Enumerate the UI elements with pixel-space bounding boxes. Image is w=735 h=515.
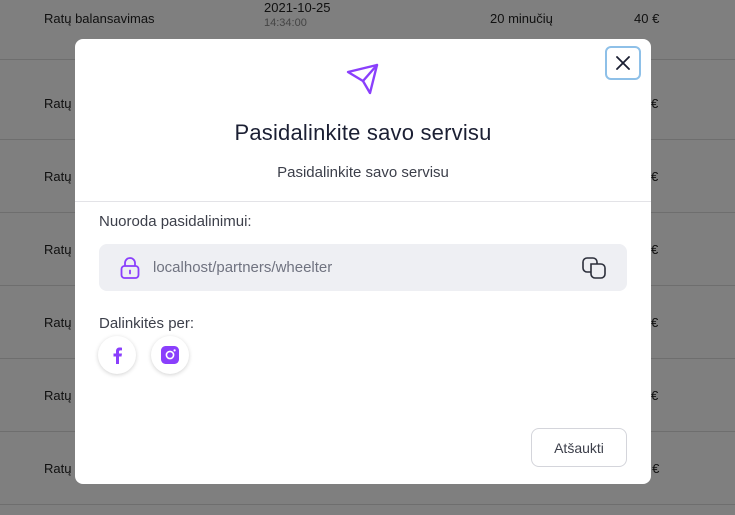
modal-title: Pasidalinkite savo servisu (234, 120, 492, 145)
share-link-label: Nuoroda pasidalinimui: (99, 213, 252, 230)
lock-icon (120, 257, 140, 279)
close-button[interactable] (605, 46, 641, 80)
copy-icon[interactable] (581, 256, 607, 280)
facebook-icon (113, 347, 122, 364)
share-link-text[interactable]: localhost/partners/wheelter (153, 259, 332, 276)
share-modal: Pasidalinkite savo servisu Pasidalinkite… (75, 39, 651, 484)
share-via-label: Dalinkitės per: (99, 315, 195, 332)
facebook-share-button[interactable] (98, 336, 136, 374)
send-icon (346, 63, 379, 95)
divider (75, 201, 651, 202)
instagram-icon (161, 346, 179, 364)
instagram-share-button[interactable] (151, 336, 189, 374)
share-link-field[interactable]: localhost/partners/wheelter (99, 244, 627, 291)
modal-subtitle: Pasidalinkite savo servisu (277, 164, 449, 181)
cancel-button[interactable]: Atšaukti (531, 428, 627, 467)
close-icon (616, 56, 630, 70)
